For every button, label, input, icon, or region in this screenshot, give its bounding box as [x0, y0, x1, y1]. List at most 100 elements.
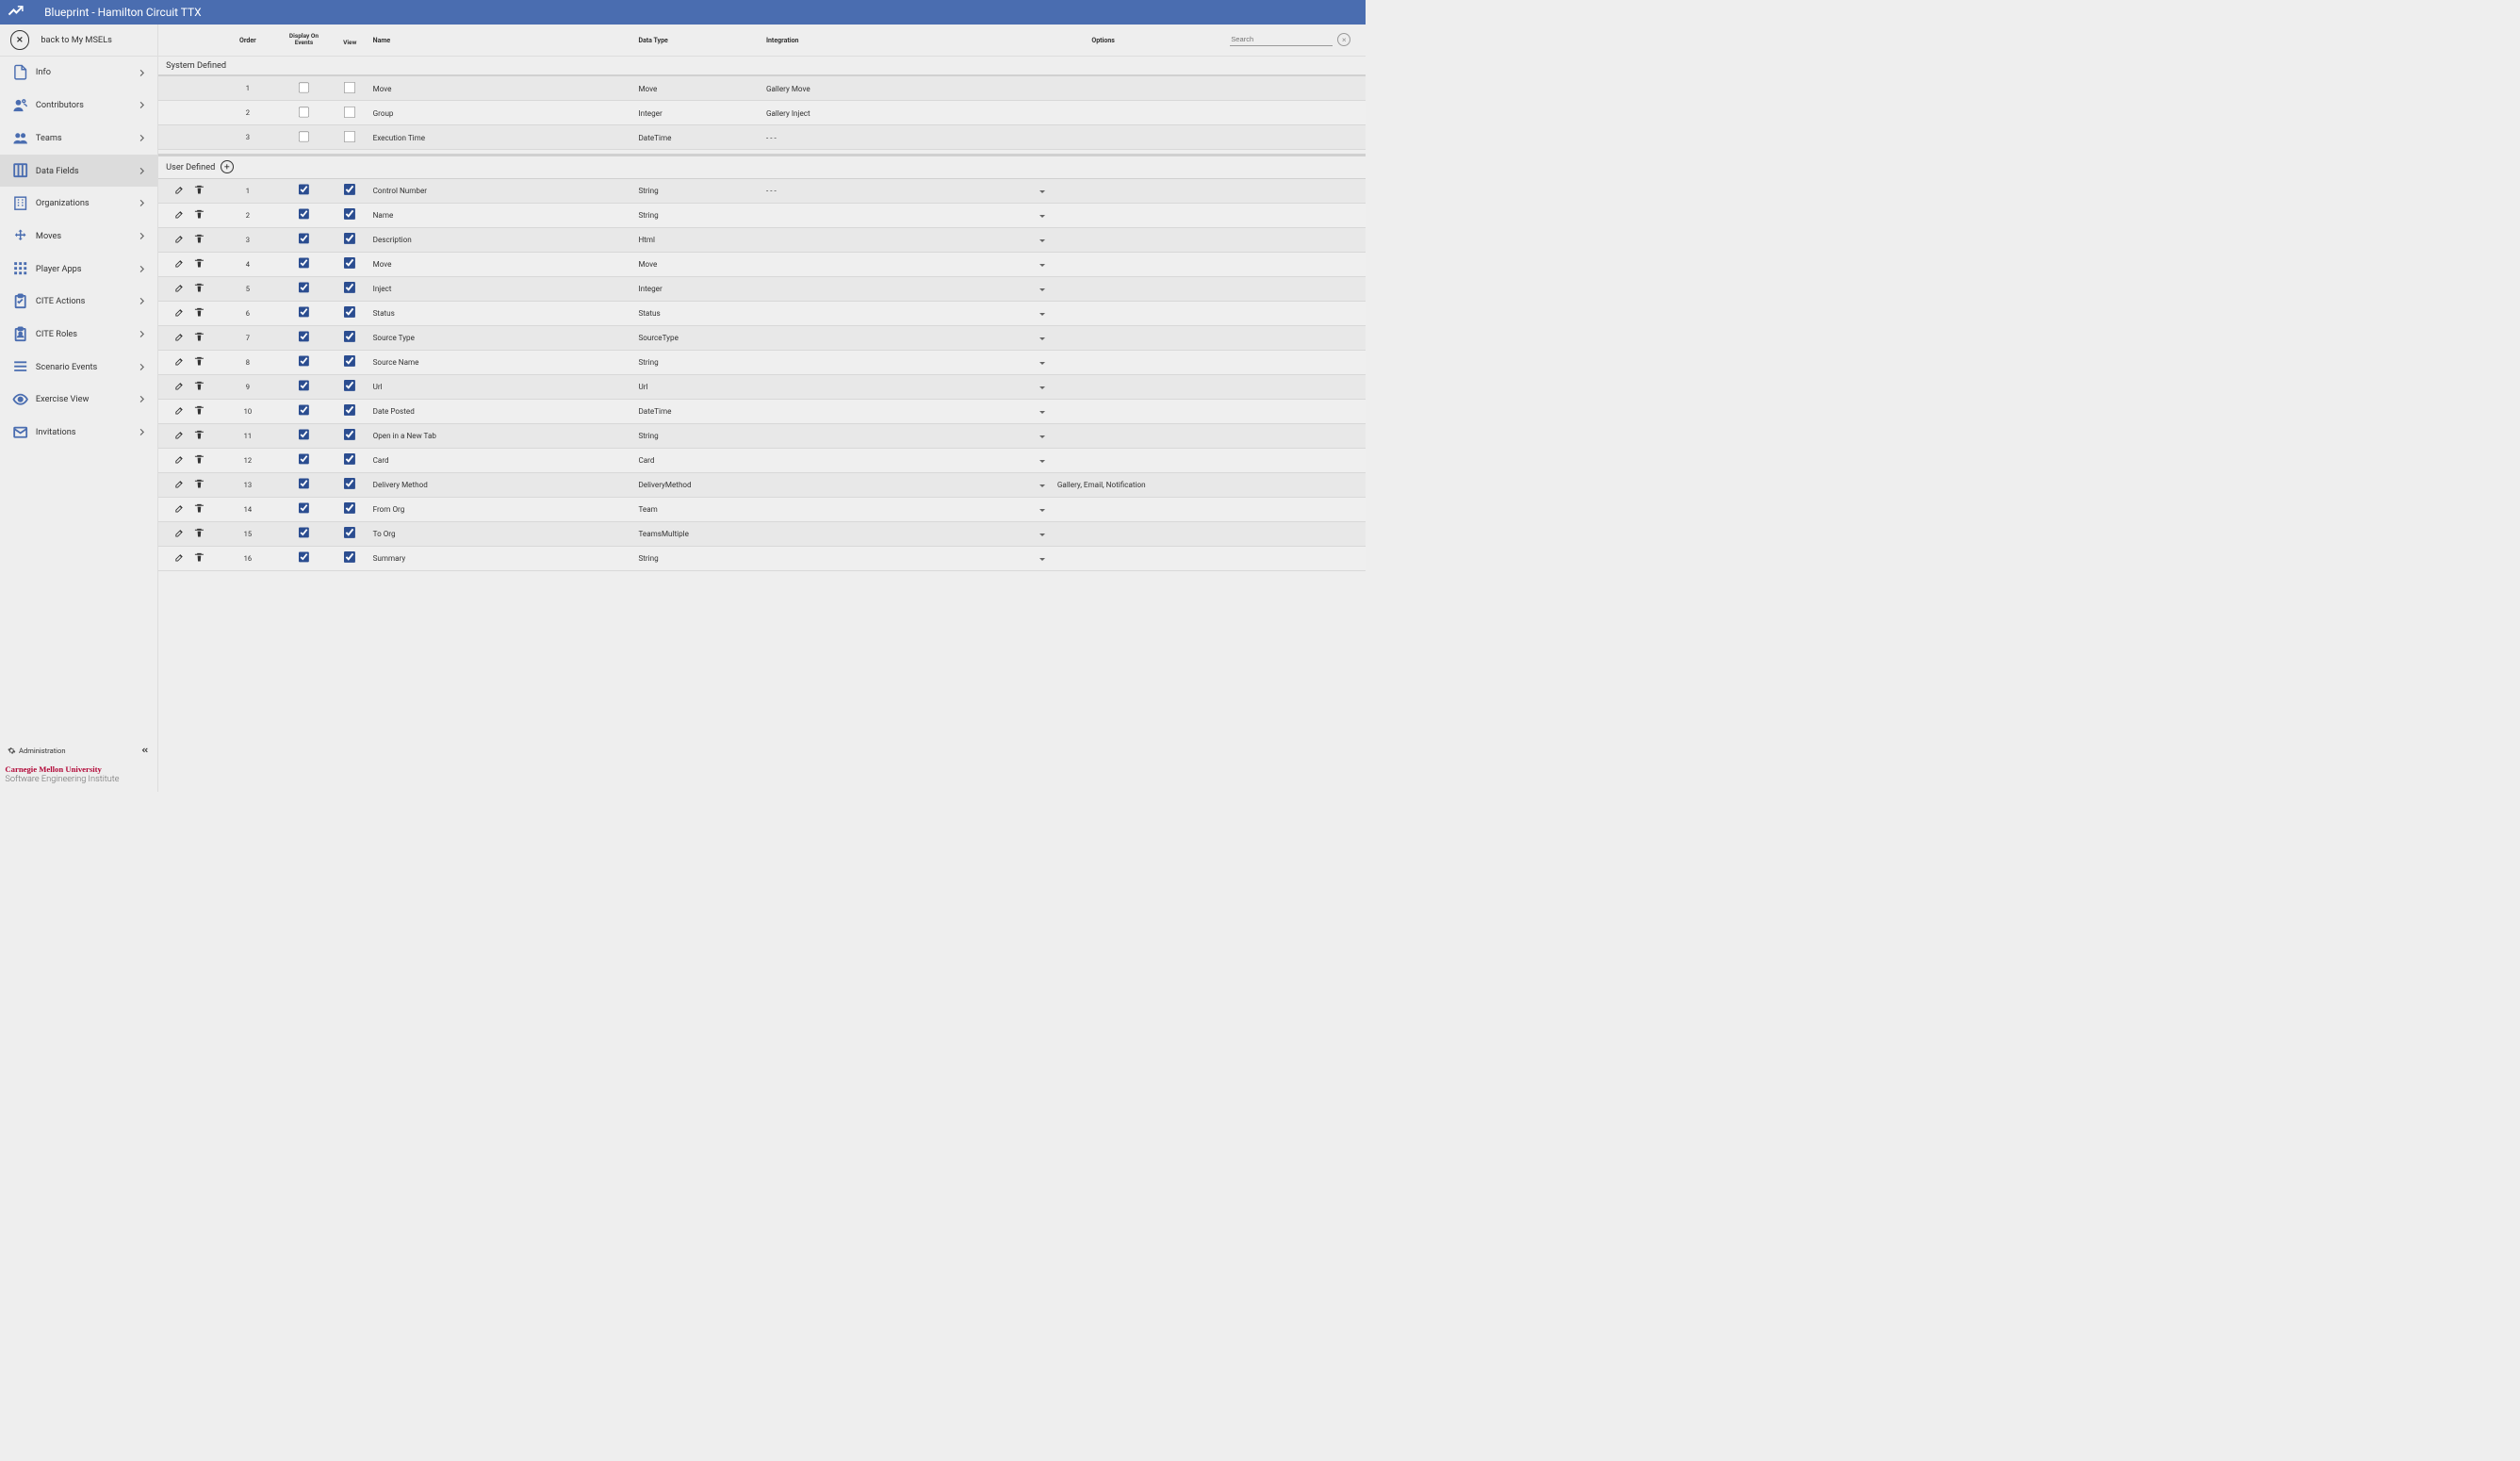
options-dropdown[interactable]: [1039, 190, 1045, 193]
display-view-checkbox[interactable]: [344, 82, 355, 93]
options-dropdown[interactable]: [1039, 435, 1045, 438]
display-view-checkbox[interactable]: [344, 355, 355, 367]
header-name[interactable]: Name: [373, 36, 639, 44]
display-events-checkbox[interactable]: [299, 380, 310, 391]
display-view-checkbox[interactable]: [344, 380, 355, 391]
options-dropdown[interactable]: [1039, 484, 1045, 487]
edit-button[interactable]: [174, 209, 185, 222]
display-events-checkbox[interactable]: [299, 184, 310, 195]
edit-button[interactable]: [174, 381, 185, 393]
edit-button[interactable]: [174, 528, 185, 540]
options-dropdown[interactable]: [1039, 411, 1045, 414]
sidebar-item-contributors[interactable]: Contributors: [0, 89, 157, 122]
display-view-checkbox[interactable]: [344, 551, 355, 563]
edit-button[interactable]: [174, 454, 185, 467]
sidebar-item-player-apps[interactable]: Player Apps: [0, 253, 157, 286]
delete-button[interactable]: [194, 552, 205, 565]
display-view-checkbox[interactable]: [344, 453, 355, 465]
edit-button[interactable]: [174, 430, 185, 442]
display-view-checkbox[interactable]: [344, 331, 355, 342]
display-view-checkbox[interactable]: [344, 208, 355, 220]
display-view-checkbox[interactable]: [344, 233, 355, 244]
options-dropdown[interactable]: [1039, 239, 1045, 242]
display-view-checkbox[interactable]: [344, 282, 355, 293]
options-dropdown[interactable]: [1039, 264, 1045, 267]
sidebar-item-cite-actions[interactable]: CITE Actions: [0, 285, 157, 318]
delete-button[interactable]: [194, 332, 205, 344]
display-events-checkbox[interactable]: [299, 527, 310, 538]
delete-button[interactable]: [194, 381, 205, 393]
delete-button[interactable]: [194, 503, 205, 516]
sidebar-item-scenario-events[interactable]: Scenario Events: [0, 351, 157, 384]
display-events-checkbox[interactable]: [299, 208, 310, 220]
options-dropdown[interactable]: [1039, 288, 1045, 291]
sidebar-item-teams[interactable]: Teams: [0, 122, 157, 155]
header-data-type[interactable]: Data Type: [638, 36, 766, 44]
display-view-checkbox[interactable]: [344, 306, 355, 318]
display-events-checkbox[interactable]: [299, 107, 310, 118]
delete-button[interactable]: [194, 454, 205, 467]
display-view-checkbox[interactable]: [344, 107, 355, 118]
delete-button[interactable]: [194, 283, 205, 295]
sidebar-item-invitations[interactable]: Invitations: [0, 416, 157, 449]
sidebar-item-organizations[interactable]: Organizations: [0, 187, 157, 220]
options-dropdown[interactable]: [1039, 386, 1045, 389]
options-dropdown[interactable]: [1039, 509, 1045, 512]
search-input[interactable]: [1230, 33, 1332, 46]
sidebar-item-cite-roles[interactable]: CITE Roles: [0, 318, 157, 351]
display-view-checkbox[interactable]: [344, 527, 355, 538]
display-view-checkbox[interactable]: [344, 429, 355, 440]
display-events-checkbox[interactable]: [299, 502, 310, 514]
edit-button[interactable]: [174, 307, 185, 320]
display-events-checkbox[interactable]: [299, 453, 310, 465]
options-dropdown[interactable]: [1039, 362, 1045, 365]
edit-button[interactable]: [174, 479, 185, 491]
display-events-checkbox[interactable]: [299, 233, 310, 244]
add-user-field-button[interactable]: [221, 160, 234, 173]
sidebar-item-moves[interactable]: Moves: [0, 220, 157, 253]
options-dropdown[interactable]: [1039, 534, 1045, 536]
display-events-checkbox[interactable]: [299, 306, 310, 318]
display-events-checkbox[interactable]: [299, 404, 310, 416]
edit-button[interactable]: [174, 552, 185, 565]
display-events-checkbox[interactable]: [299, 331, 310, 342]
options-dropdown[interactable]: [1039, 337, 1045, 340]
edit-button[interactable]: [174, 258, 185, 271]
delete-button[interactable]: [194, 356, 205, 369]
options-dropdown[interactable]: [1039, 313, 1045, 316]
options-dropdown[interactable]: [1039, 460, 1045, 463]
display-view-checkbox[interactable]: [344, 404, 355, 416]
display-view-checkbox[interactable]: [344, 478, 355, 489]
edit-button[interactable]: [174, 234, 185, 246]
delete-button[interactable]: [194, 209, 205, 222]
display-view-checkbox[interactable]: [344, 257, 355, 269]
header-options[interactable]: Options: [1026, 36, 1180, 44]
delete-button[interactable]: [194, 528, 205, 540]
display-events-checkbox[interactable]: [299, 478, 310, 489]
display-events-checkbox[interactable]: [299, 257, 310, 269]
delete-button[interactable]: [194, 234, 205, 246]
edit-button[interactable]: [174, 185, 185, 197]
edit-button[interactable]: [174, 405, 185, 418]
header-display-events[interactable]: Display On Events: [281, 33, 327, 47]
clear-search-button[interactable]: [1337, 33, 1350, 46]
display-events-checkbox[interactable]: [299, 355, 310, 367]
delete-button[interactable]: [194, 258, 205, 271]
header-order[interactable]: Order: [215, 36, 281, 44]
edit-button[interactable]: [174, 503, 185, 516]
delete-button[interactable]: [194, 185, 205, 197]
display-events-checkbox[interactable]: [299, 551, 310, 563]
edit-button[interactable]: [174, 332, 185, 344]
administration-link[interactable]: Administration: [5, 743, 152, 759]
edit-button[interactable]: [174, 356, 185, 369]
display-events-checkbox[interactable]: [299, 429, 310, 440]
header-integration[interactable]: Integration: [766, 36, 1026, 44]
display-view-checkbox[interactable]: [344, 131, 355, 142]
display-events-checkbox[interactable]: [299, 282, 310, 293]
header-display-view[interactable]: View: [327, 33, 373, 47]
display-view-checkbox[interactable]: [344, 502, 355, 514]
sidebar-item-exercise-view[interactable]: Exercise View: [0, 383, 157, 416]
edit-button[interactable]: [174, 283, 185, 295]
display-events-checkbox[interactable]: [299, 82, 310, 93]
delete-button[interactable]: [194, 405, 205, 418]
